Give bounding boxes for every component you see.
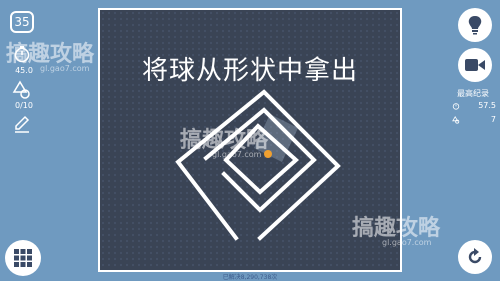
watermark-url-bottom: gl.gao7.com bbox=[382, 238, 432, 247]
pencil-icon[interactable] bbox=[12, 114, 32, 134]
shapes-icon bbox=[452, 115, 460, 124]
watermark-url: gl.gao7.com bbox=[40, 64, 90, 73]
best-record-label: 最高纪录 bbox=[457, 89, 489, 98]
right-sidebar: 最高纪录 57.5 7 bbox=[448, 0, 500, 281]
video-button[interactable] bbox=[458, 48, 492, 82]
best-time-row: 57.5 bbox=[452, 101, 496, 110]
best-shapes-row: 7 bbox=[452, 115, 496, 124]
menu-button[interactable] bbox=[5, 240, 41, 276]
restart-icon bbox=[468, 248, 482, 264]
hint-button[interactable] bbox=[458, 8, 492, 42]
best-time-value: 57.5 bbox=[478, 101, 496, 110]
grid-menu-icon bbox=[14, 249, 32, 267]
shapes-icon bbox=[12, 80, 30, 99]
level-prompt: 将球从形状中拿出 bbox=[141, 56, 358, 86]
restart-button[interactable] bbox=[458, 240, 492, 274]
solved-count: 已解决8,290,738次 bbox=[222, 274, 278, 281]
watermark-url-center: gl.gao7.com bbox=[212, 150, 262, 159]
level-badge[interactable]: 35 bbox=[10, 11, 34, 33]
video-camera-icon bbox=[465, 59, 485, 71]
stopwatch-icon bbox=[452, 102, 460, 110]
shapes-count: 0/10 bbox=[15, 101, 33, 110]
best-shapes-value: 7 bbox=[490, 115, 496, 124]
lightbulb-icon bbox=[468, 16, 482, 35]
